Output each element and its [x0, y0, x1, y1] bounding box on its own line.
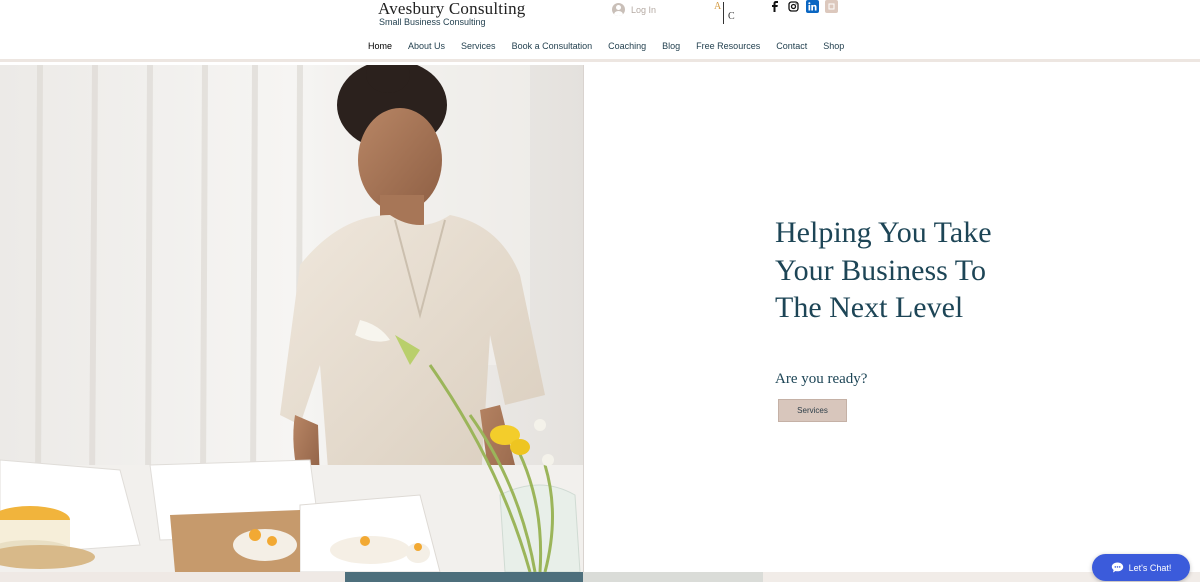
extra-social-icon[interactable] — [825, 0, 838, 13]
nav-item-book-consultation[interactable]: Book a Consultation — [504, 41, 601, 51]
chat-button[interactable]: Let's Chat! — [1092, 554, 1190, 581]
nav-item-home[interactable]: Home — [360, 41, 400, 51]
nav-item-about-us[interactable]: About Us — [400, 41, 453, 51]
linkedin-icon[interactable] — [806, 0, 819, 13]
instagram-icon[interactable] — [787, 0, 800, 13]
nav-item-coaching[interactable]: Coaching — [600, 41, 654, 51]
login-label: Log In — [631, 4, 657, 15]
nav-item-services[interactable]: Services — [453, 41, 504, 51]
site-header: Avesbury Consulting Small Business Consu… — [0, 0, 1200, 60]
hero-subline: Are you ready? — [775, 371, 868, 387]
chat-label: Let's Chat! — [1128, 562, 1172, 573]
nav-item-shop[interactable]: Shop — [815, 41, 852, 51]
hero-image — [0, 65, 583, 572]
user-avatar-icon — [612, 3, 625, 16]
facebook-icon[interactable] — [768, 0, 781, 13]
main-nav: Home About Us Services Book a Consultati… — [360, 41, 852, 51]
social-links — [768, 0, 838, 13]
logo-letter-c: C — [728, 11, 735, 22]
strip-segment — [0, 572, 345, 582]
nav-item-free-resources[interactable]: Free Resources — [688, 41, 768, 51]
nav-item-contact[interactable]: Contact — [768, 41, 815, 51]
next-section-strip — [0, 572, 1200, 582]
logo-divider — [723, 2, 724, 24]
header-divider — [0, 59, 1200, 62]
strip-segment — [345, 572, 583, 582]
brand-subtitle: Small Business Consulting — [379, 17, 486, 27]
hero-photo-illustration — [0, 65, 583, 572]
login-button[interactable]: Log In — [612, 3, 656, 16]
chat-bubble-icon — [1111, 562, 1123, 573]
logo-letter-a: A — [714, 1, 722, 12]
services-button[interactable]: Services — [778, 399, 847, 422]
nav-item-blog[interactable]: Blog — [654, 41, 688, 51]
logo[interactable]: A C — [712, 0, 742, 26]
strip-segment — [583, 572, 763, 582]
hero-headline: Helping You Take Your Business To The Ne… — [775, 216, 992, 324]
